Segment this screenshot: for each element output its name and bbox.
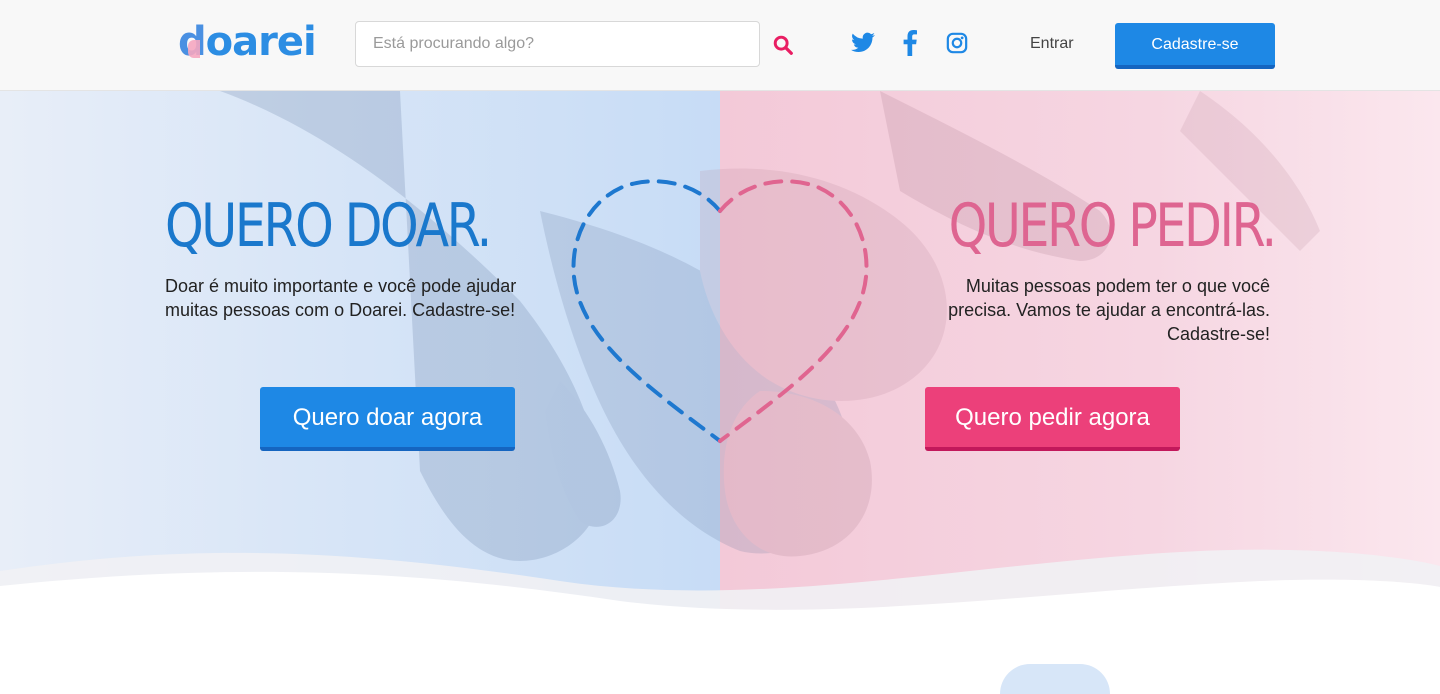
donate-description: Doar é muito importante e você pode ajud… xyxy=(165,276,517,320)
request-description: Muitas pessoas podem ter o que você prec… xyxy=(948,276,1270,344)
request-title: QUERO PEDIR. xyxy=(948,191,1278,261)
heart-outline-icon xyxy=(571,179,869,443)
donate-now-button[interactable]: Quero doar agora xyxy=(260,387,515,451)
logo-letter-d: d xyxy=(178,19,207,65)
login-link[interactable]: Entrar xyxy=(1030,35,1074,53)
signup-button[interactable]: Cadastre-se xyxy=(1115,23,1275,69)
section-decoration xyxy=(1000,664,1110,694)
hero-section: QUERO DOAR. Doar é muito importante e vo… xyxy=(0,91,1440,621)
top-header: doarei Entrar Cadastre-se xyxy=(0,0,1440,91)
search-box xyxy=(355,21,760,67)
logo-text: oarei xyxy=(205,19,317,65)
search-input[interactable] xyxy=(356,22,759,66)
doarei-logo[interactable]: d oarei xyxy=(178,19,317,65)
twitter-icon[interactable] xyxy=(850,30,876,56)
donate-title: QUERO DOAR. xyxy=(165,191,492,261)
instagram-icon[interactable] xyxy=(946,30,968,56)
request-now-button[interactable]: Quero pedir agora xyxy=(925,387,1180,451)
wave-divider xyxy=(0,549,1440,621)
facebook-icon[interactable] xyxy=(902,30,918,56)
search-icon[interactable] xyxy=(772,34,794,56)
